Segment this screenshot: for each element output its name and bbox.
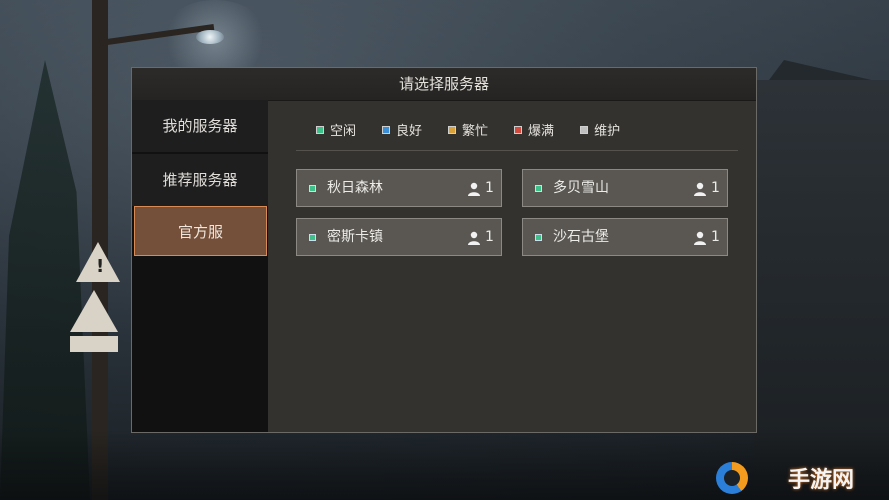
sidebar-item-official[interactable]: 官方服 — [134, 206, 267, 256]
status-dot-icon — [535, 234, 542, 241]
status-dot-icon — [309, 234, 316, 241]
status-square-icon — [514, 125, 523, 134]
status-dot-icon — [535, 185, 542, 192]
server-card[interactable]: 沙石古堡 1 — [522, 218, 728, 256]
player-count: 1 — [711, 229, 720, 245]
watermark-text: 手游网 — [788, 468, 855, 493]
status-square-icon — [580, 125, 589, 134]
legend-item-busy: 繁忙 — [448, 120, 488, 139]
server-card[interactable]: 多贝雪山 1 — [522, 169, 728, 207]
legend-label: 维护 — [594, 124, 621, 139]
legend-item-good: 良好 — [382, 120, 422, 139]
warning-sign-mark: ! — [96, 256, 105, 277]
server-name: 密斯卡镇 — [327, 229, 383, 245]
streetlamp-light — [196, 30, 224, 44]
status-dot-icon — [309, 185, 316, 192]
server-card[interactable]: 密斯卡镇 1 — [296, 218, 502, 256]
player-count: 1 — [711, 180, 720, 196]
status-square-icon — [448, 125, 457, 134]
user-icon — [468, 231, 480, 245]
sidebar-item-my-servers[interactable]: 我的服务器 — [132, 100, 268, 152]
user-icon — [468, 182, 480, 196]
server-name: 多贝雪山 — [553, 180, 609, 196]
legend-label: 良好 — [396, 124, 423, 139]
dialog-title: 请选择服务器 — [132, 68, 756, 101]
server-select-dialog: 请选择服务器 我的服务器 推荐服务器 官方服 空闲 良好 繁忙 爆满 维护 秋日 — [131, 67, 757, 433]
server-card[interactable]: 秋日森林 1 — [296, 169, 502, 207]
server-name: 秋日森林 — [327, 180, 383, 196]
server-name: 沙石古堡 — [553, 229, 609, 245]
sidebar-item-recommended[interactable]: 推荐服务器 — [132, 154, 268, 206]
user-icon — [694, 231, 706, 245]
status-legend: 空闲 良好 繁忙 爆满 维护 — [316, 120, 620, 139]
legend-label: 爆满 — [528, 124, 555, 139]
status-square-icon — [382, 125, 391, 134]
user-icon — [694, 182, 706, 196]
site-watermark: 手游网 — [716, 458, 886, 498]
road-sign-plate — [70, 336, 118, 352]
legend-item-maintenance: 维护 — [580, 120, 620, 139]
legend-item-full: 爆满 — [514, 120, 554, 139]
status-square-icon — [316, 125, 324, 134]
legend-label: 空闲 — [330, 124, 357, 139]
player-count: 1 — [485, 229, 494, 245]
player-count: 1 — [485, 180, 494, 196]
legend-label: 繁忙 — [462, 124, 489, 139]
legend-item-idle: 空闲 — [316, 120, 356, 139]
swirl-logo-icon — [716, 462, 748, 494]
legend-divider — [296, 150, 738, 151]
deer-crossing-sign — [70, 290, 118, 332]
server-category-sidebar: 我的服务器 推荐服务器 官方服 — [132, 100, 268, 432]
